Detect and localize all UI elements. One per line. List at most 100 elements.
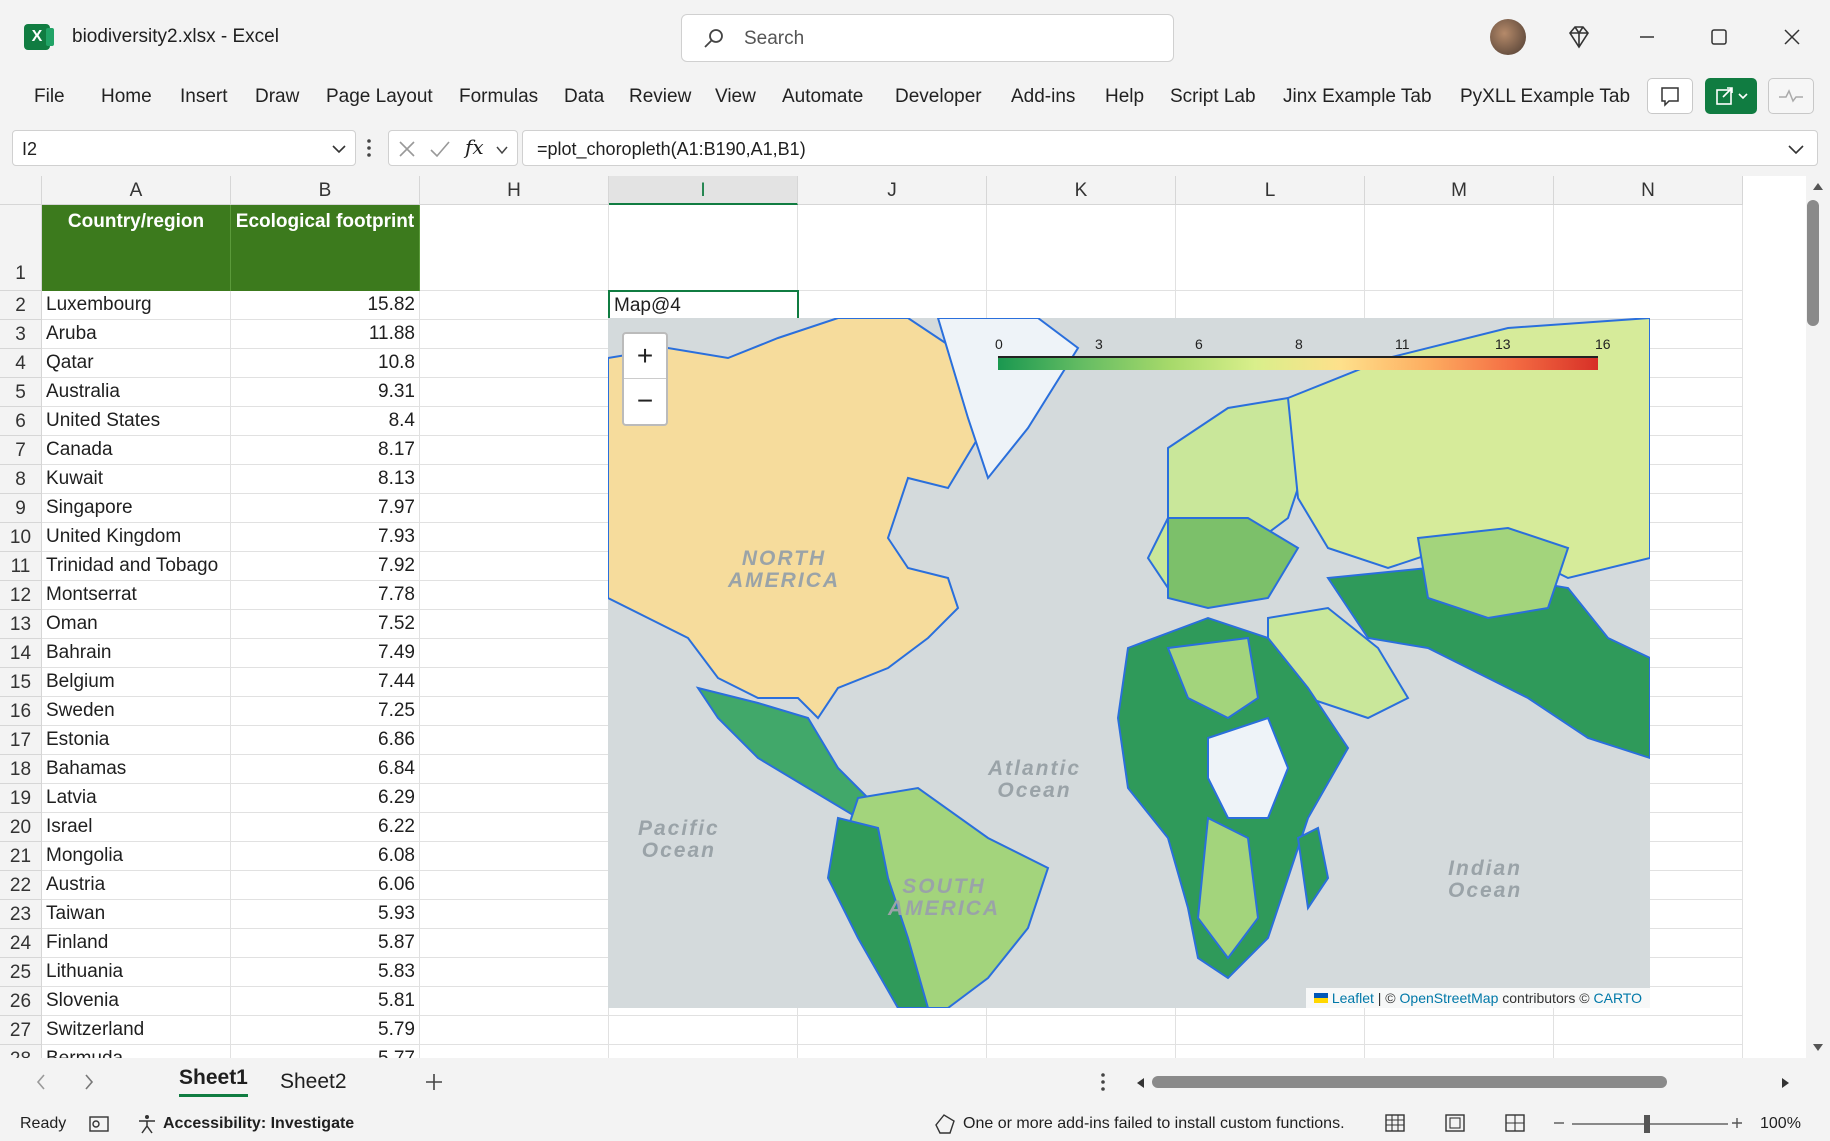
- row-header[interactable]: 5: [0, 378, 42, 407]
- active-cell-i2[interactable]: Map@4: [608, 290, 799, 321]
- footprint-cell[interactable]: 6.22: [231, 813, 420, 842]
- footprint-cell[interactable]: 7.25: [231, 697, 420, 726]
- leaflet-link[interactable]: Leaflet: [1332, 990, 1374, 1006]
- empty-cell[interactable]: [420, 523, 609, 552]
- country-cell[interactable]: Israel: [42, 813, 231, 842]
- country-cell[interactable]: Finland: [42, 929, 231, 958]
- row-header[interactable]: 16: [0, 697, 42, 726]
- empty-cell[interactable]: [1365, 1045, 1554, 1058]
- normal-view-icon[interactable]: [1384, 1113, 1406, 1133]
- sheet-tab-sheet1[interactable]: Sheet1: [179, 1066, 248, 1097]
- footprint-cell[interactable]: 6.86: [231, 726, 420, 755]
- empty-cell[interactable]: [420, 494, 609, 523]
- empty-cell[interactable]: [1176, 1016, 1365, 1045]
- cancel-icon[interactable]: [397, 139, 417, 159]
- column-header-l[interactable]: L: [1176, 176, 1365, 205]
- accessibility-status[interactable]: Accessibility: Investigate: [163, 1115, 354, 1133]
- footprint-cell[interactable]: 5.77: [231, 1045, 420, 1058]
- footprint-cell[interactable]: 8.4: [231, 407, 420, 436]
- enter-check-icon[interactable]: [429, 139, 451, 159]
- country-cell[interactable]: Lithuania: [42, 958, 231, 987]
- empty-cell[interactable]: [1554, 205, 1743, 291]
- page-layout-view-icon[interactable]: [1444, 1113, 1466, 1133]
- country-cell[interactable]: Australia: [42, 378, 231, 407]
- empty-cell[interactable]: [420, 291, 609, 320]
- column-header-a[interactable]: A: [42, 176, 231, 205]
- country-cell[interactable]: Mongolia: [42, 842, 231, 871]
- formula-input[interactable]: =plot_choropleth(A1:B190,A1,B1): [522, 130, 1818, 166]
- row-header[interactable]: 15: [0, 668, 42, 697]
- footprint-cell[interactable]: 8.13: [231, 465, 420, 494]
- footprint-cell[interactable]: 6.08: [231, 842, 420, 871]
- country-cell[interactable]: Austria: [42, 871, 231, 900]
- empty-cell[interactable]: [420, 1045, 609, 1058]
- zoom-out-icon[interactable]: [1552, 1116, 1566, 1130]
- empty-cell[interactable]: [609, 205, 798, 291]
- footprint-cell[interactable]: 11.88: [231, 320, 420, 349]
- table-header-cell[interactable]: Country/region: [42, 205, 231, 291]
- empty-cell[interactable]: [987, 205, 1176, 291]
- choropleth-map[interactable]: NORTH AMERICA Atlantic Ocean Pacific Ocean …: [608, 318, 1650, 1008]
- empty-cell[interactable]: [420, 378, 609, 407]
- country-cell[interactable]: Trinidad and Tobago: [42, 552, 231, 581]
- country-cell[interactable]: Aruba: [42, 320, 231, 349]
- country-cell[interactable]: Belgium: [42, 668, 231, 697]
- column-header-n[interactable]: N: [1554, 176, 1743, 205]
- close-icon[interactable]: [1779, 24, 1805, 50]
- footprint-cell[interactable]: 15.82: [231, 291, 420, 320]
- zoom-level[interactable]: 100%: [1760, 1115, 1801, 1133]
- empty-cell[interactable]: [1365, 205, 1554, 291]
- footprint-cell[interactable]: 7.49: [231, 639, 420, 668]
- chevron-down-icon[interactable]: [495, 143, 509, 157]
- country-cell[interactable]: Montserrat: [42, 581, 231, 610]
- empty-cell[interactable]: [420, 726, 609, 755]
- row-header[interactable]: 18: [0, 755, 42, 784]
- footprint-cell[interactable]: 9.31: [231, 378, 420, 407]
- column-header-b[interactable]: B: [231, 176, 420, 205]
- column-header-k[interactable]: K: [987, 176, 1176, 205]
- empty-cell[interactable]: [420, 900, 609, 929]
- empty-cell[interactable]: [1554, 1045, 1743, 1058]
- tab-pyxll-example[interactable]: PyXLL Example Tab: [1460, 86, 1630, 108]
- comments-button[interactable]: [1647, 78, 1693, 114]
- empty-cell[interactable]: [987, 291, 1176, 320]
- table-header-cell[interactable]: Ecological footprint: [231, 205, 420, 291]
- vertical-scroll-thumb[interactable]: [1807, 200, 1819, 326]
- select-all-corner[interactable]: [0, 176, 42, 205]
- page-break-view-icon[interactable]: [1504, 1113, 1526, 1133]
- row-header[interactable]: 26: [0, 987, 42, 1016]
- tab-page-layout[interactable]: Page Layout: [326, 86, 433, 108]
- footprint-cell[interactable]: 8.17: [231, 436, 420, 465]
- macro-recording-icon[interactable]: [88, 1114, 110, 1134]
- country-cell[interactable]: United States: [42, 407, 231, 436]
- tab-review[interactable]: Review: [629, 86, 691, 108]
- zoom-slider-handle[interactable]: [1644, 1115, 1650, 1133]
- country-cell[interactable]: Bahrain: [42, 639, 231, 668]
- empty-cell[interactable]: [798, 1016, 987, 1045]
- maximize-icon[interactable]: [1706, 24, 1732, 50]
- tab-developer[interactable]: Developer: [895, 86, 982, 108]
- add-sheet-icon[interactable]: [424, 1072, 444, 1092]
- tab-draw[interactable]: Draw: [255, 86, 299, 108]
- empty-cell[interactable]: [1365, 1016, 1554, 1045]
- empty-cell[interactable]: [1176, 291, 1365, 320]
- empty-cell[interactable]: [987, 1016, 1176, 1045]
- row-header[interactable]: 24: [0, 929, 42, 958]
- empty-cell[interactable]: [420, 668, 609, 697]
- tab-data[interactable]: Data: [564, 86, 604, 108]
- minimize-icon[interactable]: [1634, 24, 1660, 50]
- scroll-left-icon[interactable]: [1134, 1076, 1146, 1090]
- tab-add-ins[interactable]: Add-ins: [1011, 86, 1075, 108]
- footprint-cell[interactable]: 5.93: [231, 900, 420, 929]
- empty-cell[interactable]: [798, 205, 987, 291]
- country-cell[interactable]: Oman: [42, 610, 231, 639]
- scroll-right-icon[interactable]: [1780, 1076, 1792, 1090]
- row-header[interactable]: 21: [0, 842, 42, 871]
- empty-cell[interactable]: [420, 610, 609, 639]
- empty-cell[interactable]: [420, 320, 609, 349]
- empty-cell[interactable]: [1176, 1045, 1365, 1058]
- horizontal-scroll-thumb[interactable]: [1152, 1076, 1667, 1088]
- empty-cell[interactable]: [420, 958, 609, 987]
- tab-formulas[interactable]: Formulas: [459, 86, 538, 108]
- country-cell[interactable]: Sweden: [42, 697, 231, 726]
